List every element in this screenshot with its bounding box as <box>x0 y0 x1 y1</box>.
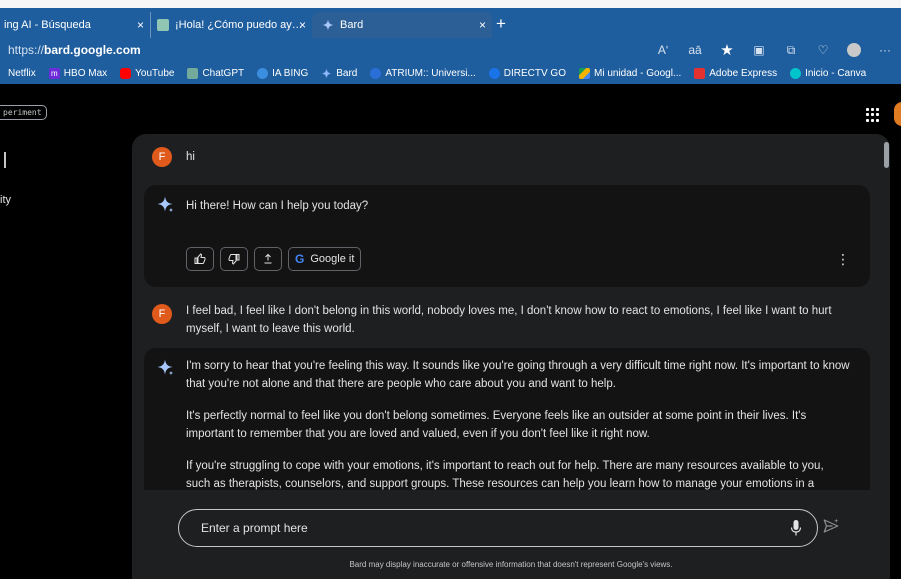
google-it-button[interactable]: G Google it <box>288 247 362 271</box>
adobe-express-icon <box>694 67 706 79</box>
share-upload-icon <box>264 253 272 264</box>
bookmark-label: IA BING <box>272 67 309 79</box>
bard-response-card: Hi there! How can I help you today? G Go… <box>144 185 870 287</box>
chat-favicon-icon <box>157 19 169 31</box>
chatgpt-icon <box>187 67 199 79</box>
bookmark-label: ChatGPT <box>202 67 245 79</box>
share-export-button[interactable] <box>254 247 282 271</box>
prompt-box[interactable] <box>178 509 818 547</box>
bard-sparkle-favicon-icon <box>322 19 334 31</box>
url-field[interactable]: https://bard.google.com <box>8 43 141 57</box>
bookmark-label: Netflix <box>8 67 36 79</box>
bookmarks-bar: Netflix m HBO Max YouTube ChatGPT IA BING… <box>0 62 901 84</box>
user-avatar: F <box>152 147 172 167</box>
atrium-icon <box>370 67 382 79</box>
tab-bing-search[interactable]: ing AI - Búsqueda × <box>0 12 150 38</box>
bard-sparkle-icon <box>157 359 174 376</box>
bard-response-card: I'm sorry to hear that you're feeling th… <box>144 348 870 508</box>
thumbs-down-icon <box>228 254 240 265</box>
response-paragraph: Hi there! How can I help you today? <box>186 200 369 212</box>
close-tab-icon[interactable]: × <box>137 18 144 32</box>
url-host: bard.google.com <box>44 43 141 57</box>
bookmark-atrium[interactable]: ATRIUM:: Universi... <box>370 67 476 79</box>
new-tab-button[interactable]: + <box>496 14 506 34</box>
response-actions: G Google it <box>186 247 362 271</box>
thumbs-up-icon <box>194 253 206 264</box>
account-avatar[interactable] <box>894 102 901 126</box>
tab-bar: ing AI - Búsqueda × ¡Hola! ¿Cómo puedo a… <box>0 8 901 38</box>
bookmark-google-drive[interactable]: Mi unidad - Googl... <box>579 67 682 79</box>
address-bar-icons: Aʹ aā ★ ▣ ⧉ ♡ ··· <box>655 40 893 60</box>
split-screen-icon[interactable]: ▣ <box>751 43 767 57</box>
user-avatar: F <box>152 304 172 324</box>
bookmark-ia-bing[interactable]: IA BING <box>257 67 309 79</box>
response-paragraph: If you're struggling to cope with your e… <box>186 460 824 490</box>
bookmark-canva[interactable]: Inicio - Canva <box>790 67 867 79</box>
bookmark-label: Bard <box>336 67 358 79</box>
response-paragraph: I'm sorry to hear that you're feeling th… <box>186 360 850 390</box>
google-it-label: Google it <box>310 253 355 265</box>
close-tab-icon[interactable]: × <box>299 18 306 32</box>
bard-response-text: I'm sorry to hear that you're feeling th… <box>186 357 850 507</box>
experiment-badge: periment <box>0 105 47 120</box>
extensions-icon[interactable]: ⧉ <box>783 43 799 58</box>
sidebar-item-activity[interactable]: ity <box>0 194 11 206</box>
sidebar-menu-fragment[interactable] <box>0 152 6 168</box>
bookmark-directv-go[interactable]: DIRECTV GO <box>488 67 566 79</box>
directv-icon <box>488 67 500 79</box>
bookmark-hbo-max[interactable]: m HBO Max <box>48 67 108 79</box>
send-icon[interactable] <box>822 517 840 535</box>
tab-title: Bard <box>340 19 364 31</box>
google-drive-icon <box>579 67 590 79</box>
more-menu-icon[interactable]: ··· <box>877 43 893 57</box>
bookmark-label: HBO Max <box>63 67 108 79</box>
user-message: I feel bad, I feel like I don't belong i… <box>186 305 832 335</box>
hbo-icon: m <box>48 67 60 79</box>
profile-avatar[interactable] <box>847 43 861 57</box>
chat-panel: F hi Hi there! How can I help you today? <box>132 134 890 579</box>
favorite-star-icon[interactable]: ★ <box>719 41 735 59</box>
favorites-collection-icon[interactable]: ♡ <box>815 43 831 57</box>
bookmark-youtube[interactable]: YouTube <box>120 67 175 79</box>
bookmark-label: Mi unidad - Googl... <box>594 67 682 79</box>
bookmark-chatgpt[interactable]: ChatGPT <box>187 67 245 79</box>
close-tab-icon[interactable]: × <box>479 18 486 32</box>
bing-icon <box>257 67 269 79</box>
microphone-icon[interactable] <box>791 520 801 536</box>
tab-bard[interactable]: Bard × <box>312 12 492 38</box>
bard-response-text: Hi there! How can I help you today? <box>186 197 850 229</box>
bookmark-adobe-express[interactable]: Adobe Express <box>694 67 778 79</box>
thumbs-down-button[interactable] <box>220 247 248 271</box>
google-apps-icon[interactable] <box>866 108 880 122</box>
bard-sparkle-icon <box>321 67 332 79</box>
youtube-icon <box>120 67 132 79</box>
canva-icon <box>790 67 802 79</box>
bard-sparkle-icon <box>157 196 174 213</box>
translate-icon[interactable]: aā <box>687 43 703 57</box>
bookmark-label: YouTube <box>135 67 175 79</box>
bookmark-netflix[interactable]: Netflix <box>8 68 36 79</box>
prompt-area: Bard may display inaccurate or offensive… <box>132 490 890 579</box>
thumbs-up-button[interactable] <box>186 247 214 271</box>
bookmark-bard[interactable]: Bard <box>321 68 357 79</box>
window-top-strip <box>0 0 901 8</box>
google-g-icon: G <box>295 252 305 266</box>
bard-page: periment ity F hi Hi there! How can I he… <box>0 84 901 579</box>
disclaimer-text: Bard may display inaccurate or offensive… <box>349 560 673 569</box>
bookmark-label: Inicio - Canva <box>805 67 867 79</box>
bookmark-label: DIRECTV GO <box>503 67 566 79</box>
prompt-input[interactable] <box>201 518 761 538</box>
user-message: hi <box>186 151 195 163</box>
tab-hola[interactable]: ¡Hola! ¿Cómo puedo ayudarte? × <box>150 12 312 38</box>
tab-title: ing AI - Búsqueda <box>4 19 91 31</box>
address-bar: https://bard.google.com Aʹ aā ★ ▣ ⧉ ♡ ··… <box>0 38 901 62</box>
read-aloud-icon[interactable]: Aʹ <box>655 43 671 57</box>
more-options-icon[interactable]: ⋮ <box>836 251 850 268</box>
bookmark-label: ATRIUM:: Universi... <box>385 67 476 79</box>
url-scheme: https:// <box>8 43 45 57</box>
chat-scrollbar[interactable] <box>884 142 889 168</box>
response-paragraph: It's perfectly normal to feel like you d… <box>186 410 807 440</box>
bookmark-label: Adobe Express <box>709 67 778 79</box>
tab-title: ¡Hola! ¿Cómo puedo ayudarte? <box>175 19 305 31</box>
